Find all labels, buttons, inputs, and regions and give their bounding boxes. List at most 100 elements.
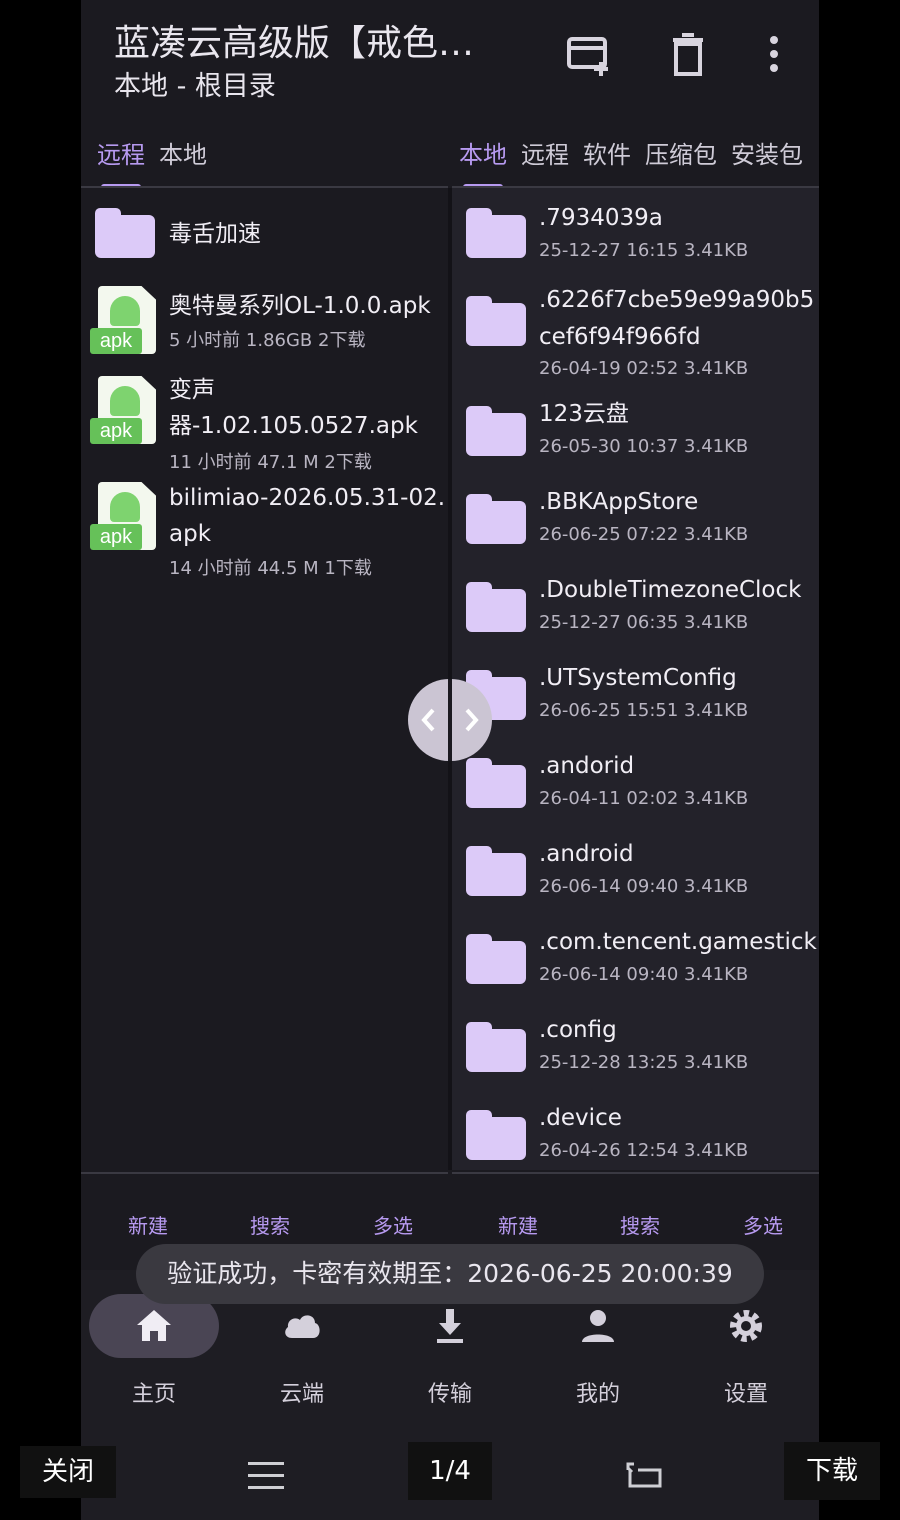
cloud-icon (285, 1315, 320, 1338)
file-name: .andorid (539, 753, 635, 779)
folder-icon (466, 208, 526, 258)
file-meta: 26-06-25 15:51 3.41KB (539, 700, 749, 721)
download-icon (437, 1309, 463, 1343)
folder-icon (466, 1110, 526, 1160)
file-name: .android (539, 841, 634, 867)
file-name: .config (539, 1017, 617, 1043)
back-icon[interactable] (624, 1458, 664, 1492)
list-item[interactable]: .android 26-06-14 09:40 3.41KB (452, 836, 819, 916)
folder-icon (466, 846, 526, 896)
file-name-cont: 器-1.02.105.0527.apk (169, 413, 418, 439)
app-title: 蓝凑云高级版【戒色… (114, 23, 475, 64)
left-tab-bar: 远程 本地 (97, 138, 437, 188)
file-meta: 11 小时前 47.1 M 2下载 (169, 452, 372, 473)
breadcrumb: 本地 - 根目录 (114, 71, 276, 102)
list-item[interactable]: .andorid 26-04-11 02:02 3.41KB (452, 748, 819, 828)
file-meta: 26-06-14 09:40 3.41KB (539, 964, 749, 985)
tab-right-local[interactable]: 本地 (459, 138, 507, 188)
folder-icon (95, 208, 155, 258)
file-name: .6226f7cbe59e99a90b5 (539, 287, 815, 313)
list-item[interactable]: .7934039a 25-12-27 16:15 3.41KB (452, 198, 819, 278)
right-file-pane: .7934039a 25-12-27 16:15 3.41KB .6226f7c… (452, 188, 819, 1170)
close-button[interactable]: 关闭 (20, 1446, 116, 1498)
list-item[interactable]: apk 奥特曼系列OL-1.0.0.apk 5 小时前 1.86GB 2下载 (81, 284, 448, 360)
menu-icon[interactable] (248, 1460, 284, 1492)
file-meta: 26-05-30 10:37 3.41KB (539, 436, 749, 457)
new-button[interactable]: 新建 (128, 1210, 168, 1239)
list-item[interactable]: .UTSystemConfig 26-06-25 15:51 3.41KB (452, 660, 819, 740)
list-item[interactable]: .config 25-12-28 13:25 3.41KB (452, 1012, 819, 1092)
folder-icon (466, 494, 526, 544)
tab-left-remote[interactable]: 远程 (97, 138, 145, 188)
file-meta: 26-04-26 12:54 3.41KB (539, 1140, 749, 1161)
list-item[interactable]: 123云盘 26-05-30 10:37 3.41KB (452, 396, 819, 476)
nav-transfer[interactable]: 传输 (385, 1294, 515, 1408)
tab-left-local[interactable]: 本地 (159, 138, 207, 188)
nav-label: 传输 (427, 1382, 472, 1407)
chevron-right-icon (465, 708, 479, 732)
list-item[interactable]: .device 26-04-26 12:54 3.41KB (452, 1100, 819, 1170)
file-meta: 25-12-28 13:25 3.41KB (539, 1052, 749, 1073)
file-name-cont: cef6f94f966fd (539, 324, 701, 350)
file-name: .com.tencent.gamestick (539, 929, 817, 955)
nav-home[interactable]: 主页 (89, 1294, 219, 1408)
nav-label: 我的 (575, 1382, 620, 1407)
file-name: .BBKAppStore (539, 489, 699, 515)
delete-icon[interactable] (663, 30, 713, 80)
gear-icon (730, 1310, 762, 1342)
file-name: .7934039a (539, 205, 663, 231)
file-meta: 5 小时前 1.86GB 2下载 (169, 330, 366, 351)
folder-icon (466, 758, 526, 808)
list-item[interactable]: .6226f7cbe59e99a90b5 cef6f94f966fd 26-04… (452, 282, 819, 386)
tab-right-archives[interactable]: 压缩包 (645, 138, 717, 188)
list-item[interactable]: .DoubleTimezoneClock 25-12-27 06:35 3.41… (452, 572, 819, 652)
folder-icon (466, 582, 526, 632)
file-meta: 25-12-27 16:15 3.41KB (539, 240, 749, 261)
file-name: .device (539, 1105, 622, 1131)
right-tab-bar: 本地 远程 软件 压缩包 安装包 (459, 138, 819, 188)
folder-icon (466, 934, 526, 984)
folder-icon (466, 296, 526, 346)
multi-select-button[interactable]: 多选 (743, 1210, 783, 1239)
file-name-cont: apk (169, 521, 212, 547)
file-name: 奥特曼系列OL-1.0.0.apk (169, 293, 431, 319)
folder-icon (466, 1022, 526, 1072)
list-item[interactable]: .BBKAppStore 26-06-25 07:22 3.41KB (452, 484, 819, 564)
file-meta: 26-04-19 02:52 3.41KB (539, 358, 749, 379)
list-item[interactable]: 毒舌加速 (81, 202, 448, 268)
more-vertical-icon[interactable] (749, 30, 799, 80)
file-meta: 26-06-25 07:22 3.41KB (539, 524, 749, 545)
nav-mine[interactable]: 我的 (533, 1294, 663, 1408)
file-meta: 14 小时前 44.5 M 1下载 (169, 558, 372, 579)
new-card-icon[interactable] (565, 30, 615, 80)
tab-right-remote[interactable]: 远程 (521, 138, 569, 188)
list-item[interactable]: apk bilimiao-2026.05.31-02. apk 14 小时前 4… (81, 480, 448, 579)
file-meta: 25-12-27 06:35 3.41KB (539, 612, 749, 633)
list-item[interactable]: apk 变声 器-1.02.105.0527.apk 11 小时前 47.1 M… (81, 372, 448, 473)
search-button[interactable]: 搜索 (620, 1210, 660, 1239)
file-meta: 26-04-11 02:02 3.41KB (539, 788, 749, 809)
file-name: .UTSystemConfig (539, 665, 737, 691)
left-file-pane: 毒舌加速 apk 奥特曼系列OL-1.0.0.apk 5 小时前 1.86GB … (81, 188, 448, 1170)
multi-select-button[interactable]: 多选 (373, 1210, 413, 1239)
home-icon (137, 1310, 171, 1341)
chevron-left-icon (421, 708, 435, 732)
apk-icon: apk (90, 286, 158, 356)
nav-label: 设置 (723, 1382, 768, 1407)
pane-splitter-handle[interactable] (408, 679, 492, 761)
apk-icon: apk (90, 376, 158, 446)
nav-settings[interactable]: 设置 (681, 1294, 811, 1408)
file-meta: 26-06-14 09:40 3.41KB (539, 876, 749, 897)
file-name: 毒舌加速 (169, 221, 261, 247)
file-name: .DoubleTimezoneClock (539, 577, 802, 603)
new-button[interactable]: 新建 (498, 1210, 538, 1239)
search-button[interactable]: 搜索 (250, 1210, 290, 1239)
nav-cloud[interactable]: 云端 (237, 1294, 367, 1408)
list-item[interactable]: .com.tencent.gamestick 26-06-14 09:40 3.… (452, 924, 819, 1004)
download-button[interactable]: 下载 (784, 1442, 880, 1500)
apk-icon: apk (90, 482, 158, 552)
folder-icon (466, 406, 526, 456)
tab-right-installers[interactable]: 安装包 (731, 138, 803, 188)
tab-right-software[interactable]: 软件 (583, 138, 631, 188)
file-name: 变声 (169, 377, 215, 403)
